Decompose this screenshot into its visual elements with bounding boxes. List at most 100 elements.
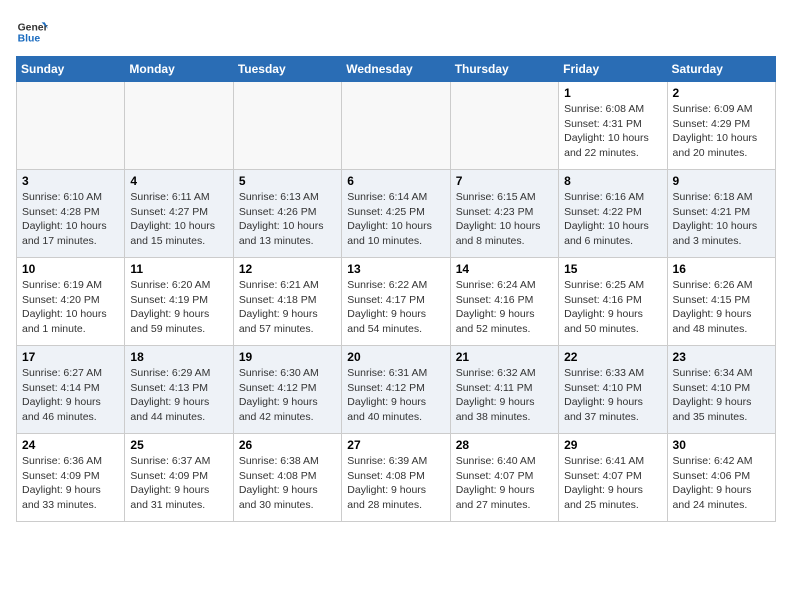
day-number: 19 xyxy=(239,350,336,364)
day-number: 1 xyxy=(564,86,661,100)
calendar-cell: 22 Sunrise: 6:33 AMSunset: 4:10 PMDayligh… xyxy=(559,346,667,434)
day-number: 9 xyxy=(673,174,770,188)
day-info: Sunrise: 6:13 AMSunset: 4:26 PMDaylight:… xyxy=(239,190,336,249)
day-info: Sunrise: 6:18 AMSunset: 4:21 PMDaylight:… xyxy=(673,190,770,249)
day-number: 20 xyxy=(347,350,444,364)
day-number: 29 xyxy=(564,438,661,452)
calendar-cell: 3 Sunrise: 6:10 AMSunset: 4:28 PMDaylight… xyxy=(17,170,125,258)
calendar-week-row: 3 Sunrise: 6:10 AMSunset: 4:28 PMDaylight… xyxy=(17,170,776,258)
day-number: 8 xyxy=(564,174,661,188)
calendar-cell xyxy=(342,82,450,170)
day-info: Sunrise: 6:22 AMSunset: 4:17 PMDaylight:… xyxy=(347,278,444,337)
day-number: 28 xyxy=(456,438,553,452)
calendar-cell: 11Sunrise: 6:20 AMSunset: 4:19 PMDayligh… xyxy=(125,258,233,346)
day-info: Sunrise: 6:26 AMSunset: 4:15 PMDaylight:… xyxy=(673,278,770,337)
day-number: 4 xyxy=(130,174,227,188)
calendar-week-row: 17 Sunrise: 6:27 AMSunset: 4:14 PMDayligh… xyxy=(17,346,776,434)
day-number: 12 xyxy=(239,262,336,276)
day-info: Sunrise: 6:30 AMSunset: 4:12 PMDaylight:… xyxy=(239,366,336,425)
calendar-week-row: 10Sunrise: 6:19 AMSunset: 4:20 PMDayligh… xyxy=(17,258,776,346)
calendar-cell: 16 Sunrise: 6:26 AMSunset: 4:15 PMDayligh… xyxy=(667,258,775,346)
calendar-cell xyxy=(233,82,341,170)
day-number: 25 xyxy=(130,438,227,452)
calendar-cell: 23 Sunrise: 6:34 AMSunset: 4:10 PMDayligh… xyxy=(667,346,775,434)
calendar-cell xyxy=(125,82,233,170)
day-info: Sunrise: 6:39 AMSunset: 4:08 PMDaylight:… xyxy=(347,454,444,513)
calendar-header-row: SundayMondayTuesdayWednesdayThursdayFrid… xyxy=(17,57,776,82)
calendar-cell: 29 Sunrise: 6:41 AMSunset: 4:07 PMDayligh… xyxy=(559,434,667,522)
calendar-cell: 2 Sunrise: 6:09 AMSunset: 4:29 PMDaylight… xyxy=(667,82,775,170)
day-info: Sunrise: 6:21 AMSunset: 4:18 PMDaylight:… xyxy=(239,278,336,337)
column-header-tuesday: Tuesday xyxy=(233,57,341,82)
day-info: Sunrise: 6:33 AMSunset: 4:10 PMDaylight:… xyxy=(564,366,661,425)
day-number: 22 xyxy=(564,350,661,364)
calendar-cell: 30Sunrise: 6:42 AMSunset: 4:06 PMDayligh… xyxy=(667,434,775,522)
day-number: 16 xyxy=(673,262,770,276)
day-info: Sunrise: 6:10 AMSunset: 4:28 PMDaylight:… xyxy=(22,190,119,249)
day-info: Sunrise: 6:41 AMSunset: 4:07 PMDaylight:… xyxy=(564,454,661,513)
day-number: 7 xyxy=(456,174,553,188)
day-number: 15 xyxy=(564,262,661,276)
day-number: 17 xyxy=(22,350,119,364)
day-number: 10 xyxy=(22,262,119,276)
calendar-cell: 24 Sunrise: 6:36 AMSunset: 4:09 PMDayligh… xyxy=(17,434,125,522)
calendar-cell: 15Sunrise: 6:25 AMSunset: 4:16 PMDayligh… xyxy=(559,258,667,346)
calendar-cell: 9 Sunrise: 6:18 AMSunset: 4:21 PMDaylight… xyxy=(667,170,775,258)
day-number: 2 xyxy=(673,86,770,100)
calendar-cell: 14 Sunrise: 6:24 AMSunset: 4:16 PMDayligh… xyxy=(450,258,558,346)
calendar-cell: 10Sunrise: 6:19 AMSunset: 4:20 PMDayligh… xyxy=(17,258,125,346)
day-number: 30 xyxy=(673,438,770,452)
day-info: Sunrise: 6:37 AMSunset: 4:09 PMDaylight:… xyxy=(130,454,227,513)
column-header-thursday: Thursday xyxy=(450,57,558,82)
day-number: 24 xyxy=(22,438,119,452)
day-number: 21 xyxy=(456,350,553,364)
calendar-cell: 28 Sunrise: 6:40 AMSunset: 4:07 PMDayligh… xyxy=(450,434,558,522)
calendar-cell: 25 Sunrise: 6:37 AMSunset: 4:09 PMDayligh… xyxy=(125,434,233,522)
day-info: Sunrise: 6:29 AMSunset: 4:13 PMDaylight:… xyxy=(130,366,227,425)
day-info: Sunrise: 6:15 AMSunset: 4:23 PMDaylight:… xyxy=(456,190,553,249)
day-info: Sunrise: 6:08 AMSunset: 4:31 PMDaylight:… xyxy=(564,102,661,161)
day-info: Sunrise: 6:27 AMSunset: 4:14 PMDaylight:… xyxy=(22,366,119,425)
day-info: Sunrise: 6:31 AMSunset: 4:12 PMDaylight:… xyxy=(347,366,444,425)
day-info: Sunrise: 6:34 AMSunset: 4:10 PMDaylight:… xyxy=(673,366,770,425)
day-number: 27 xyxy=(347,438,444,452)
day-number: 3 xyxy=(22,174,119,188)
day-info: Sunrise: 6:40 AMSunset: 4:07 PMDaylight:… xyxy=(456,454,553,513)
calendar-week-row: 24 Sunrise: 6:36 AMSunset: 4:09 PMDayligh… xyxy=(17,434,776,522)
day-number: 13 xyxy=(347,262,444,276)
column-header-saturday: Saturday xyxy=(667,57,775,82)
day-info: Sunrise: 6:14 AMSunset: 4:25 PMDaylight:… xyxy=(347,190,444,249)
column-header-friday: Friday xyxy=(559,57,667,82)
calendar-cell: 13 Sunrise: 6:22 AMSunset: 4:17 PMDayligh… xyxy=(342,258,450,346)
day-info: Sunrise: 6:09 AMSunset: 4:29 PMDaylight:… xyxy=(673,102,770,161)
calendar-cell: 1 Sunrise: 6:08 AMSunset: 4:31 PMDaylight… xyxy=(559,82,667,170)
column-header-sunday: Sunday xyxy=(17,57,125,82)
calendar-cell: 26Sunrise: 6:38 AMSunset: 4:08 PMDayligh… xyxy=(233,434,341,522)
page-header: General Blue xyxy=(16,16,776,48)
day-info: Sunrise: 6:38 AMSunset: 4:08 PMDaylight:… xyxy=(239,454,336,513)
day-number: 23 xyxy=(673,350,770,364)
calendar-cell: 4 Sunrise: 6:11 AMSunset: 4:27 PMDaylight… xyxy=(125,170,233,258)
calendar-cell: 12 Sunrise: 6:21 AMSunset: 4:18 PMDayligh… xyxy=(233,258,341,346)
calendar-cell: 27 Sunrise: 6:39 AMSunset: 4:08 PMDayligh… xyxy=(342,434,450,522)
calendar-cell xyxy=(450,82,558,170)
column-header-wednesday: Wednesday xyxy=(342,57,450,82)
logo: General Blue xyxy=(16,16,48,48)
calendar-cell: 8Sunrise: 6:16 AMSunset: 4:22 PMDaylight… xyxy=(559,170,667,258)
day-number: 6 xyxy=(347,174,444,188)
day-number: 14 xyxy=(456,262,553,276)
calendar-cell: 21 Sunrise: 6:32 AMSunset: 4:11 PMDayligh… xyxy=(450,346,558,434)
calendar-cell: 19 Sunrise: 6:30 AMSunset: 4:12 PMDayligh… xyxy=(233,346,341,434)
calendar-cell: 6 Sunrise: 6:14 AMSunset: 4:25 PMDaylight… xyxy=(342,170,450,258)
calendar-cell: 5 Sunrise: 6:13 AMSunset: 4:26 PMDaylight… xyxy=(233,170,341,258)
day-info: Sunrise: 6:36 AMSunset: 4:09 PMDaylight:… xyxy=(22,454,119,513)
day-info: Sunrise: 6:32 AMSunset: 4:11 PMDaylight:… xyxy=(456,366,553,425)
svg-text:Blue: Blue xyxy=(18,34,41,45)
calendar-cell: 20 Sunrise: 6:31 AMSunset: 4:12 PMDayligh… xyxy=(342,346,450,434)
day-number: 5 xyxy=(239,174,336,188)
column-header-monday: Monday xyxy=(125,57,233,82)
day-number: 18 xyxy=(130,350,227,364)
day-info: Sunrise: 6:11 AMSunset: 4:27 PMDaylight:… xyxy=(130,190,227,249)
day-info: Sunrise: 6:24 AMSunset: 4:16 PMDaylight:… xyxy=(456,278,553,337)
calendar-cell xyxy=(17,82,125,170)
